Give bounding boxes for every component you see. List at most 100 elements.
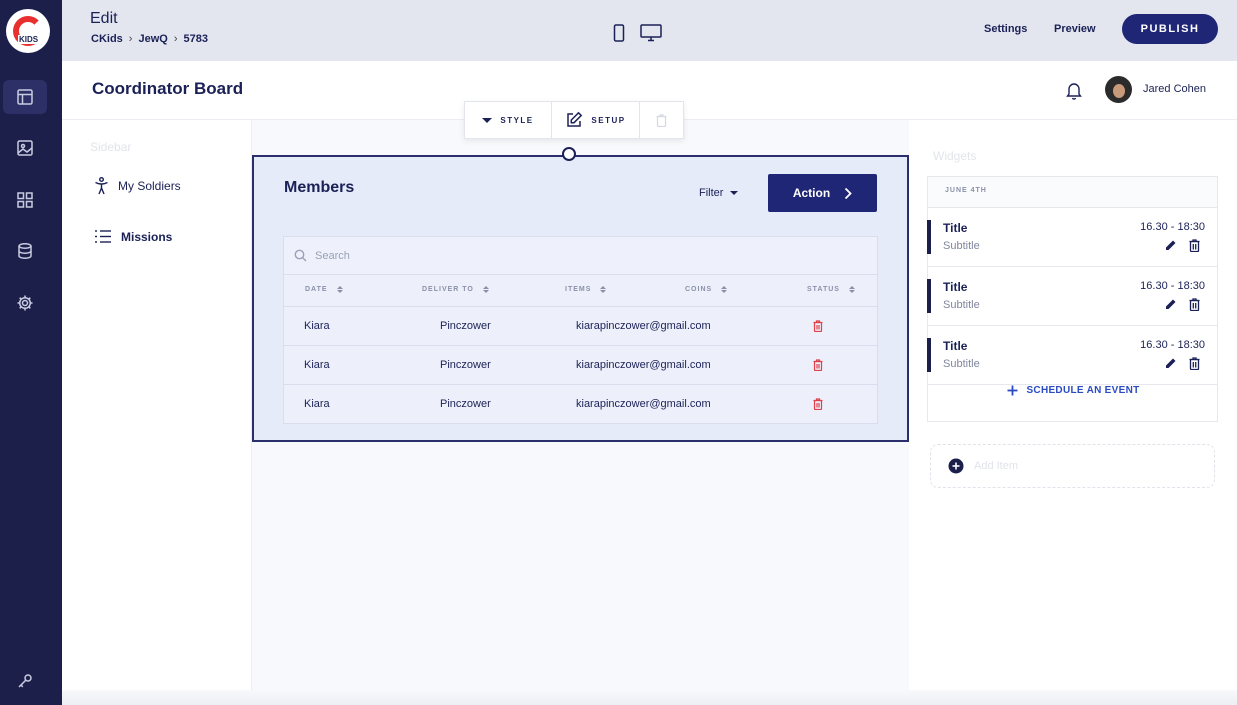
widgets-column: Widgets JUNE 4TH Title Subtitle 16.30 - … [909,120,1237,705]
event-time: 16.30 - 18:30 [1140,280,1205,292]
trash-icon[interactable] [813,398,823,410]
add-item-button[interactable]: Add Item [930,444,1215,488]
mobile-view-icon[interactable] [613,24,625,42]
column-header-items[interactable]: ITEMS [565,286,607,293]
table-row[interactable]: Kiara Pinczower kiarapinczower@gmail.com [284,385,877,424]
event-subtitle: Subtitle [943,240,980,252]
event-subtitle: Subtitle [943,358,980,370]
event-item[interactable]: Title Subtitle 16.30 - 18:30 [927,208,1217,267]
members-table: Search DATE DELIVER TO ITEMS COINS STATU… [283,236,878,424]
desktop-view-icon[interactable] [640,24,662,42]
column-header-status[interactable]: STATUS [807,286,855,293]
event-time: 16.30 - 18:30 [1140,221,1205,233]
column-header-label: DELIVER TO [422,286,474,293]
logo-text: KIDS [18,35,40,44]
sort-icon [848,286,855,293]
search-icon [294,249,307,262]
image-nav-icon[interactable] [3,131,47,165]
preview-link[interactable]: Preview [1054,23,1096,35]
chevron-right-icon [845,187,852,199]
settings-link[interactable]: Settings [984,23,1027,35]
pencil-icon[interactable] [1164,298,1177,311]
resize-handle[interactable] [562,147,576,161]
table-header: DATE DELIVER TO ITEMS COINS STATUS [284,275,877,307]
trash-icon[interactable] [1189,239,1200,252]
chevron-right-icon: › [173,33,178,45]
schedule-event-button[interactable]: SCHEDULE AN EVENT [928,385,1219,396]
filter-label: Filter [699,187,724,199]
breadcrumb-item[interactable]: 5783 [183,33,207,45]
table-row[interactable]: Kiara Pinczower kiarapinczower@gmail.com [284,307,877,346]
key-nav-icon[interactable] [3,664,47,698]
cell-name: Kiara [304,398,330,410]
avatar[interactable] [1105,76,1132,103]
sidebar-label: Sidebar [90,140,132,154]
event-item[interactable]: Title Subtitle 16.30 - 18:30 [927,326,1217,385]
column-header-coins[interactable]: COINS [685,286,728,293]
grid-nav-icon[interactable] [3,183,47,217]
caret-down-icon [482,117,493,123]
event-title: Title [943,221,968,235]
event-indicator [927,220,931,254]
members-widget[interactable]: Members Filter Action Search DATE DELIVE… [252,155,909,442]
trash-icon[interactable] [1189,357,1200,370]
pencil-icon[interactable] [1164,357,1177,370]
table-row[interactable]: Kiara Pinczower kiarapinczower@gmail.com [284,346,877,385]
schedule-widget: JUNE 4TH Title Subtitle 16.30 - 18:30 Ti… [927,176,1218,422]
sidebar-column: Sidebar My Soldiers Missions [62,120,252,705]
date-header: JUNE 4TH [928,177,1217,208]
sidebar-item-my-soldiers[interactable]: My Soldiers [94,177,181,195]
widgets-label: Widgets [933,149,977,163]
trash-icon[interactable] [813,359,823,371]
event-indicator [927,279,931,313]
add-item-label: Add Item [974,460,1019,472]
layout-nav-icon[interactable] [3,80,47,114]
trash-icon[interactable] [813,320,823,332]
cell-name: Kiara [304,359,330,371]
column-header-deliver-to[interactable]: DELIVER TO [422,286,489,293]
top-bar: Edit CKids › JewQ › 5783 Settings Previe… [62,0,1237,61]
sort-icon [336,286,343,293]
trash-icon[interactable] [1189,298,1200,311]
search-input[interactable]: Search [284,237,877,275]
publish-button[interactable]: PUBLISH [1122,14,1218,44]
widget-toolbar: STYLE SETUP [464,101,684,139]
left-rail: KIDS [0,0,62,705]
avatar-face [1113,84,1125,98]
database-nav-icon[interactable] [3,234,47,268]
plus-icon [1007,385,1018,396]
pencil-icon[interactable] [1164,239,1177,252]
user-name[interactable]: Jared Cohen [1143,83,1206,95]
app-logo[interactable]: KIDS [6,9,50,53]
sort-icon [721,286,728,293]
sort-icon [600,286,607,293]
action-button[interactable]: Action [768,174,877,212]
bell-icon[interactable] [1065,81,1083,105]
sidebar-item-missions[interactable]: Missions [94,229,172,244]
filter-dropdown[interactable]: Filter [699,187,739,199]
schedule-label: SCHEDULE AN EVENT [1026,385,1140,396]
style-label: STYLE [500,115,534,125]
event-title: Title [943,280,968,294]
sidebar-item-label: Missions [121,229,173,244]
members-title: Members [284,179,355,196]
sidebar-item-label: My Soldiers [118,179,181,193]
breadcrumb-item[interactable]: CKids [91,33,123,45]
caret-down-icon [730,191,739,195]
settings-nav-icon[interactable] [3,286,47,320]
setup-label: SETUP [591,115,626,125]
event-item[interactable]: Title Subtitle 16.30 - 18:30 [927,267,1217,326]
trash-icon [656,113,667,127]
delete-widget-button[interactable] [640,102,683,138]
event-time: 16.30 - 18:30 [1140,339,1205,351]
cell-deliver-to: Pinczower [440,359,491,371]
cell-name: Kiara [304,320,330,332]
bottom-shade [62,690,1237,705]
action-label: Action [792,186,831,200]
breadcrumb-item[interactable]: JewQ [138,33,167,45]
style-button[interactable]: STYLE [465,102,552,138]
setup-button[interactable]: SETUP [552,102,640,138]
cell-email: kiarapinczower@gmail.com [576,320,711,332]
column-header-label: STATUS [807,286,840,293]
column-header-date[interactable]: DATE [305,286,343,293]
